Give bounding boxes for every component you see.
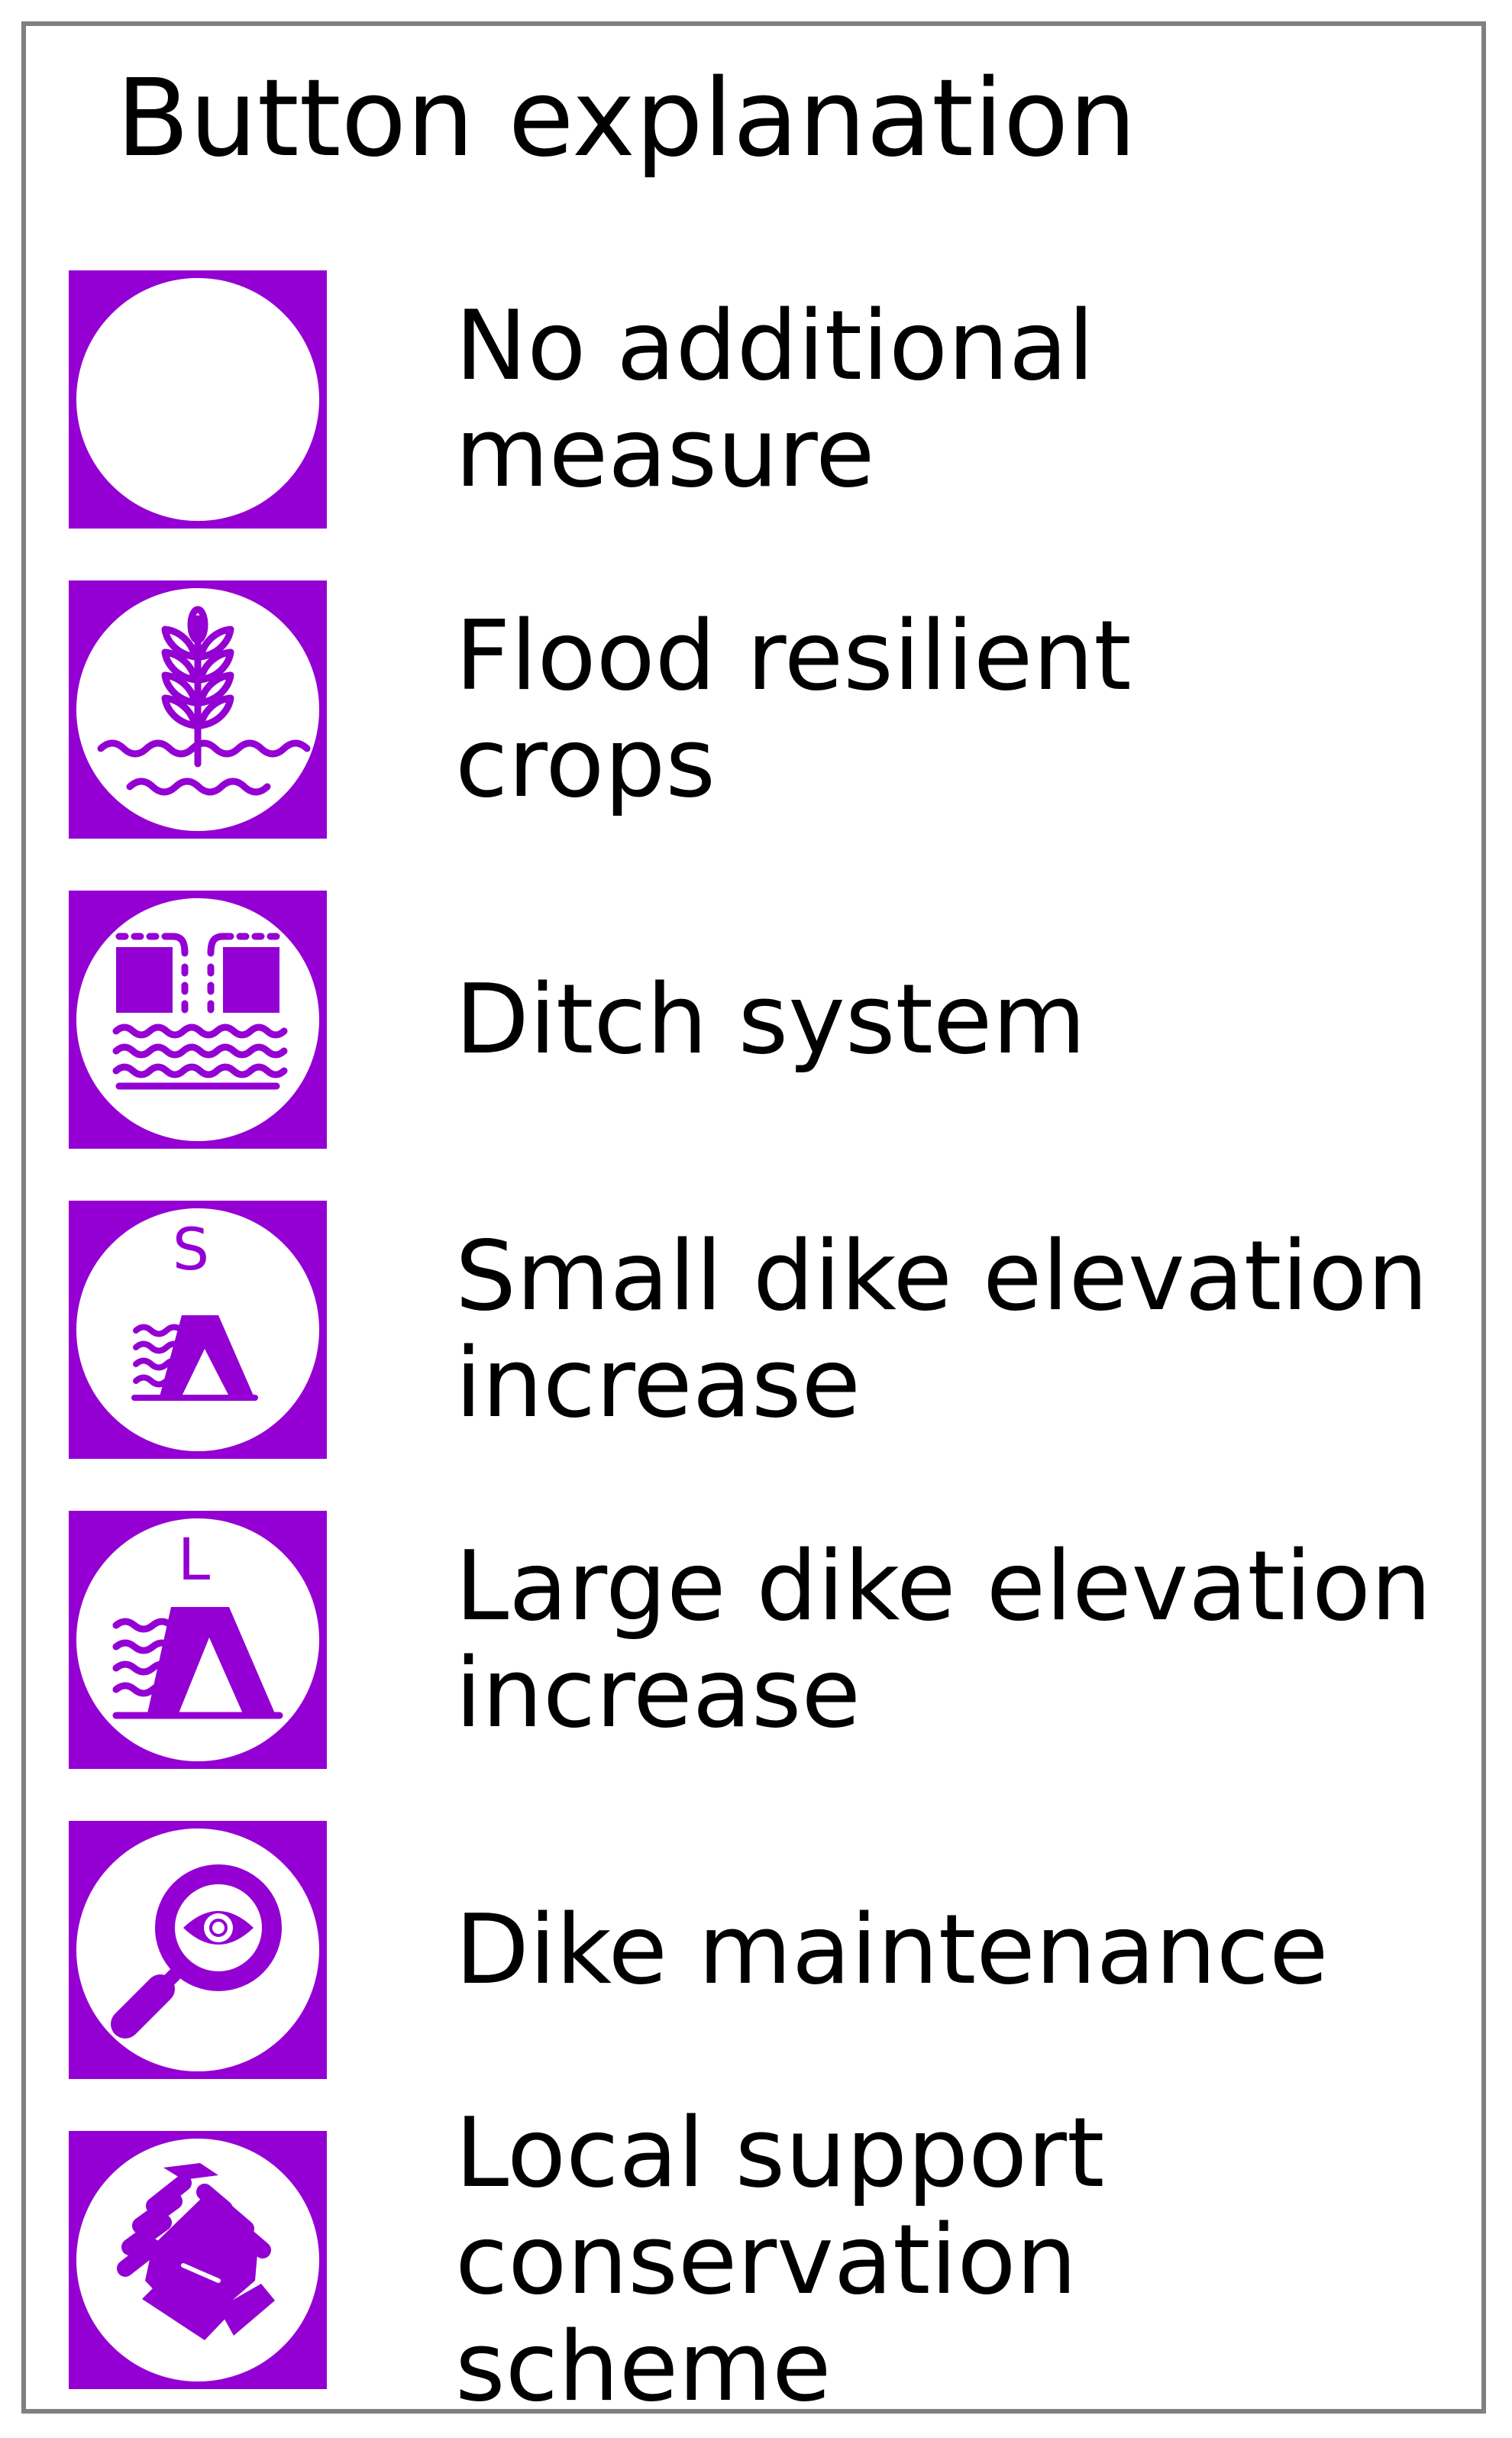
legend-item-no-measure: No additional measure	[69, 270, 1443, 529]
legend-item-dike-maintenance: Dike maintenance	[69, 1821, 1443, 2079]
legend-item-large-dike: L Large dike elevation increase	[69, 1511, 1443, 1769]
legend-label: Large dike elevation increase	[455, 1530, 1432, 1749]
blank-circle-icon	[69, 270, 327, 529]
legend-item-small-dike: S Small dike elevation increase	[69, 1201, 1443, 1459]
small-dike-icon: S	[69, 1201, 327, 1459]
large-dike-icon: L	[69, 1511, 327, 1769]
magnifier-eye-icon	[69, 1821, 327, 2079]
legend-title: Button explanation	[116, 57, 1137, 181]
handshake-icon	[69, 2131, 327, 2389]
legend-label: Small dike elevation increase	[455, 1220, 1429, 1439]
dike-size-letter: L	[178, 1525, 210, 1593]
legend-label: No additional measure	[455, 289, 1095, 509]
legend-label: Ditch system	[455, 963, 1087, 1075]
legend-item-local-support: Local support conservation scheme	[69, 2097, 1443, 2423]
dike-size-letter: S	[173, 1215, 209, 1283]
legend-label: Flood resilient crops	[455, 600, 1132, 819]
legend-label: Dike maintenance	[455, 1893, 1329, 2006]
legend-item-ditch-system: Ditch system	[69, 891, 1443, 1149]
wheat-water-icon	[69, 580, 327, 839]
legend-label: Local support conservation scheme	[455, 2097, 1105, 2423]
legend-item-flood-crops: Flood resilient crops	[69, 580, 1443, 839]
ditch-system-icon	[69, 891, 327, 1149]
